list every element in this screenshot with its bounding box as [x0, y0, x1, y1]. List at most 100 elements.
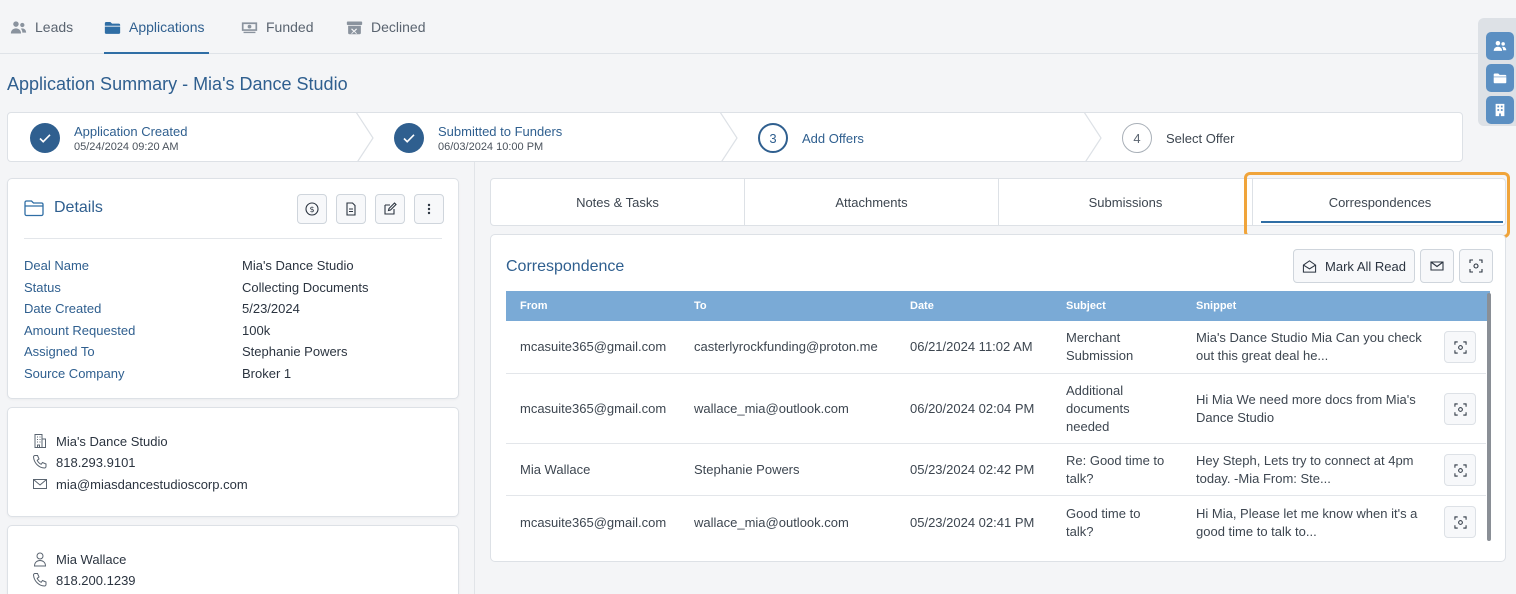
correspondence-panel: Correspondence Mark All Read From To Dat…	[490, 234, 1506, 562]
tab-highlight	[1244, 172, 1510, 238]
envelope-open-icon	[1302, 259, 1317, 273]
table-scrollbar[interactable]	[1487, 293, 1491, 541]
table-row[interactable]: Mia Wallace Stephanie Powers 05/23/2024 …	[506, 444, 1486, 496]
column-divider	[474, 162, 475, 594]
details-header: Details	[24, 199, 103, 217]
step-number: 3	[758, 123, 788, 153]
nav-tab-label: Applications	[129, 19, 205, 35]
focus-icon	[1453, 515, 1467, 529]
column-header-to[interactable]: To	[694, 291, 707, 321]
detail-value: Mia's Dance Studio	[242, 258, 354, 273]
detail-label: Date Created	[24, 301, 102, 316]
detail-label: Status	[24, 280, 61, 295]
top-nav: Leads Applications Funded Declined	[0, 0, 1478, 54]
user-icon	[33, 552, 47, 567]
cell-from: Mia Wallace	[520, 461, 591, 477]
view-email-button[interactable]	[1444, 331, 1476, 363]
step-add-offers[interactable]: 3 Add Offers	[758, 113, 864, 161]
person-name: Mia Wallace	[56, 551, 127, 567]
step-application-created: Application Created 05/24/2024 09:20 AM	[30, 113, 188, 161]
step-separator	[719, 113, 738, 161]
nav-tab-leads[interactable]: Leads	[10, 0, 73, 54]
folder-outline-icon	[24, 200, 44, 217]
detail-value: 5/23/2024	[242, 301, 300, 316]
step-select-offer[interactable]: 4 Select Offer	[1122, 113, 1234, 161]
detail-value: Broker 1	[242, 366, 292, 381]
users-icon	[10, 20, 27, 33]
detail-row-deal-name: Deal Name Mia's Dance Studio	[24, 258, 354, 273]
detail-row-amount-requested: Amount Requested 100k	[24, 323, 270, 338]
business-phone[interactable]: 818.293.9101	[56, 455, 136, 470]
more-vertical-icon	[427, 203, 431, 215]
cell-subject: Re: Good time to talk?	[1066, 452, 1165, 486]
more-options-button[interactable]	[414, 194, 444, 224]
divider	[24, 238, 442, 239]
phone-icon	[32, 573, 47, 587]
mail-icon	[1430, 261, 1444, 271]
detail-label: Assigned To	[24, 344, 95, 359]
table-row[interactable]: mcasuite365@gmail.com casterlyrockfundin…	[506, 321, 1486, 374]
focus-view-button[interactable]	[1459, 249, 1493, 283]
compose-email-button[interactable]	[1420, 249, 1454, 283]
step-date: 06/03/2024 10:00 PM	[438, 140, 544, 153]
detail-row-date-created: Date Created 5/23/2024	[24, 301, 300, 316]
column-header-snippet[interactable]: Snippet	[1196, 291, 1236, 321]
document-icon	[346, 202, 356, 216]
person-phone[interactable]: 818.200.1239	[56, 573, 136, 588]
person-phone-row: 818.200.1239	[32, 572, 136, 588]
view-email-button[interactable]	[1444, 393, 1476, 425]
nav-tab-applications[interactable]: Applications	[104, 0, 209, 54]
focus-icon	[1453, 402, 1467, 416]
table-header: From To Date Subject Snippet	[506, 291, 1490, 321]
quick-contacts-button[interactable]	[1486, 32, 1514, 60]
step-title: Application Created	[74, 123, 188, 139]
cell-snippet: Hi Mia We need more docs from Mia's Danc…	[1196, 391, 1416, 425]
step-title: Submitted to Funders	[438, 123, 563, 139]
document-button[interactable]	[336, 194, 366, 224]
cell-from: mcasuite365@gmail.com	[520, 339, 667, 354]
table-row[interactable]: mcasuite365@gmail.com wallace_mia@outloo…	[506, 496, 1486, 549]
step-separator	[1083, 113, 1102, 161]
business-email[interactable]: mia@miasdancestudioscorp.com	[56, 477, 248, 492]
table-row[interactable]: mcasuite365@gmail.com wallace_mia@outloo…	[506, 374, 1486, 444]
tab-attachments[interactable]: Attachments	[745, 179, 999, 225]
archive-icon	[346, 21, 363, 34]
nav-tab-funded[interactable]: Funded	[241, 0, 313, 54]
detail-row-status: Status Collecting Documents	[24, 280, 368, 295]
mail-icon	[33, 479, 47, 489]
correspondence-title: Correspondence	[506, 258, 625, 275]
quick-building-button[interactable]	[1486, 96, 1514, 124]
mark-all-read-button[interactable]: Mark All Read	[1293, 249, 1415, 283]
nav-tab-declined[interactable]: Declined	[346, 0, 425, 54]
cell-snippet: Mia's Dance Studio Mia Can you check out…	[1196, 330, 1422, 363]
cell-to: Stephanie Powers	[694, 461, 800, 477]
tab-notes-tasks[interactable]: Notes & Tasks	[491, 179, 745, 225]
check-icon	[30, 123, 60, 153]
step-number: 4	[1122, 123, 1152, 153]
view-email-button[interactable]	[1444, 454, 1476, 486]
view-email-button[interactable]	[1444, 506, 1476, 538]
business-name-row: Mia's Dance Studio	[32, 433, 168, 449]
funding-button[interactable]: $	[297, 194, 327, 224]
column-header-date[interactable]: Date	[910, 291, 934, 321]
business-phone-row: 818.293.9101	[32, 454, 136, 470]
quick-folder-button[interactable]	[1486, 64, 1514, 92]
dollar-circle-icon: $	[305, 202, 319, 216]
cell-to: wallace_mia@outlook.com	[694, 400, 849, 416]
column-header-from[interactable]: From	[520, 291, 548, 321]
cell-from: mcasuite365@gmail.com	[520, 400, 667, 416]
tab-submissions[interactable]: Submissions	[999, 179, 1253, 225]
details-title: Details	[54, 199, 103, 216]
building-icon	[34, 434, 46, 448]
business-name: Mia's Dance Studio	[56, 433, 168, 449]
cell-to: wallace_mia@outlook.com	[694, 514, 849, 530]
column-header-subject[interactable]: Subject	[1066, 291, 1106, 321]
step-separator	[355, 113, 374, 161]
svg-text:$: $	[309, 205, 314, 214]
folder-icon	[1493, 73, 1507, 84]
detail-row-source-company: Source Company Broker 1	[24, 366, 291, 381]
cell-date: 05/23/2024 02:42 PM	[910, 461, 1035, 477]
edit-button[interactable]	[375, 194, 405, 224]
focus-icon	[1453, 463, 1467, 477]
users-icon	[1493, 40, 1507, 51]
